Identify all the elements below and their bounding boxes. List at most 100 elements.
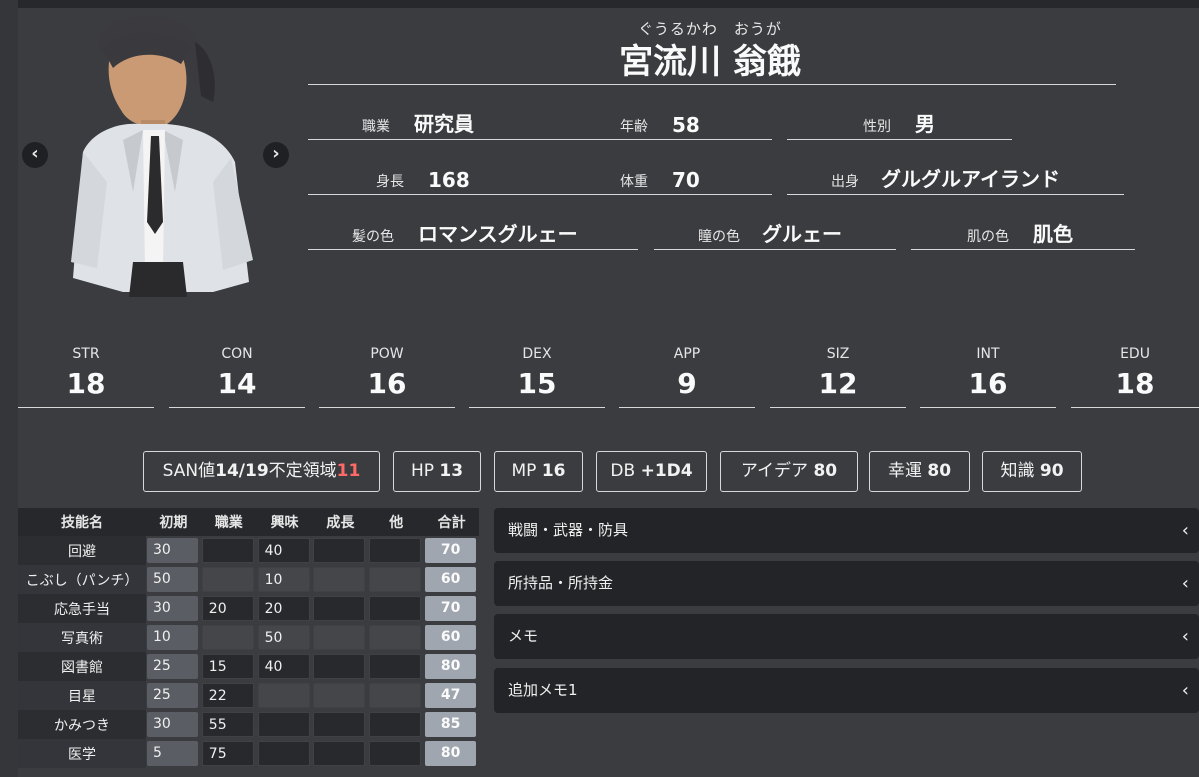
chevron-right-icon: › <box>272 143 280 164</box>
skill-interest-input[interactable]: 40 <box>257 654 310 679</box>
panel-memo[interactable]: メモ ‹ <box>494 614 1199 659</box>
name-underline <box>308 84 1116 85</box>
field-label: 体重 <box>620 174 648 190</box>
header-skill-name: 技能名 <box>18 508 146 536</box>
skills-table: 技能名 初期 職業 興味 成長 他 合計 回避 30 40 70 こぶし（パンチ… <box>18 508 479 768</box>
skill-job-input[interactable]: 22 <box>201 683 254 708</box>
panel-belongings-money[interactable]: 所持品・所持金 ‹ <box>494 561 1199 606</box>
skill-other-input[interactable] <box>369 625 422 650</box>
panel-combat-weapons-armor[interactable]: 戦闘・武器・防具 ‹ <box>494 508 1199 553</box>
skill-job-input[interactable]: 75 <box>201 741 254 766</box>
skill-other-input[interactable] <box>369 596 422 621</box>
field-weight: 体重 70 <box>620 167 772 195</box>
skill-growth-input[interactable] <box>313 712 366 737</box>
panel-label: 戦闘・武器・防具 <box>508 521 629 539</box>
header-interest: 興味 <box>256 508 313 536</box>
san-indefinite-label: 不定領域 <box>268 461 337 481</box>
skill-job-input[interactable] <box>201 567 254 592</box>
mp-box: MP 16 <box>494 451 583 492</box>
luck-label: 幸運 <box>887 461 922 481</box>
idea-value: 80 <box>813 461 838 481</box>
field-sex: 性別 男 <box>787 112 1012 140</box>
idea-box: アイデア 80 <box>720 451 858 492</box>
skill-interest-input[interactable] <box>257 741 310 766</box>
skill-initial: 25 <box>147 683 198 708</box>
skill-initial: 50 <box>147 567 198 592</box>
stat-label: SIZ <box>826 346 850 362</box>
skill-growth-input[interactable] <box>313 625 366 650</box>
stat-label: POW <box>370 346 404 362</box>
skill-initial: 5 <box>147 741 198 766</box>
table-row: こぶし（パンチ） 50 10 60 <box>18 565 479 594</box>
skill-total: 60 <box>425 567 477 592</box>
field-eye-color: 瞳の色 グルェー <box>654 222 896 250</box>
stat-edu: EDU 18 <box>1071 346 1199 408</box>
skill-job-input[interactable] <box>201 625 254 650</box>
stat-label: EDU <box>1120 346 1150 362</box>
hp-value: 13 <box>439 461 464 481</box>
skill-other-input[interactable] <box>369 567 422 592</box>
field-label: 身長 <box>376 174 404 190</box>
skill-growth-input[interactable] <box>313 596 366 621</box>
table-row: かみつき 30 55 85 <box>18 710 479 739</box>
skill-name: 目星 <box>18 681 146 710</box>
skill-interest-input[interactable]: 50 <box>257 625 310 650</box>
skill-other-input[interactable] <box>369 741 422 766</box>
db-label: DB <box>610 461 636 481</box>
skill-initial: 10 <box>147 625 198 650</box>
next-portrait-button[interactable]: › <box>263 142 289 168</box>
skill-total: 85 <box>425 712 477 737</box>
db-value: +1D4 <box>640 461 693 481</box>
stat-label: DEX <box>522 346 552 362</box>
skill-interest-input[interactable]: 20 <box>257 596 310 621</box>
stat-value: 16 <box>367 367 407 400</box>
skill-job-input[interactable]: 15 <box>201 654 254 679</box>
skill-growth-input[interactable] <box>313 741 366 766</box>
skill-initial: 30 <box>147 712 198 737</box>
stat-value: 14 <box>217 367 257 400</box>
skill-interest-input[interactable] <box>257 712 310 737</box>
prev-portrait-button[interactable]: ‹ <box>22 142 48 168</box>
table-row: 医学 5 75 80 <box>18 739 479 768</box>
skill-growth-input[interactable] <box>313 683 366 708</box>
skill-interest-input[interactable] <box>257 683 310 708</box>
skill-growth-input[interactable] <box>313 654 366 679</box>
skill-total: 80 <box>425 654 477 679</box>
field-height: 身長 168 <box>308 167 630 195</box>
field-hair-color: 髪の色 ロマンスグルェー <box>308 222 638 250</box>
skill-initial: 30 <box>147 538 198 563</box>
skill-initial: 30 <box>147 596 198 621</box>
skill-interest-input[interactable]: 40 <box>257 538 310 563</box>
field-label: 職業 <box>362 119 390 135</box>
skill-other-input[interactable] <box>369 683 422 708</box>
field-value: グルェー <box>762 222 842 246</box>
panel-label: 追加メモ1 <box>508 681 578 699</box>
stat-app: APP 9 <box>619 346 755 408</box>
character-name: 宮流川 翁餓 <box>619 42 801 82</box>
skill-name: 図書館 <box>18 652 146 681</box>
skill-other-input[interactable] <box>369 538 422 563</box>
skill-job-input[interactable] <box>201 538 254 563</box>
skill-name: こぶし（パンチ） <box>18 565 146 594</box>
skill-total: 47 <box>425 683 477 708</box>
skill-job-input[interactable]: 55 <box>201 712 254 737</box>
skill-other-input[interactable] <box>369 654 422 679</box>
skill-growth-input[interactable] <box>313 538 366 563</box>
chevron-left-icon: ‹ <box>1181 680 1189 701</box>
skill-job-input[interactable]: 20 <box>201 596 254 621</box>
stat-pow: POW 16 <box>319 346 455 408</box>
san-value: 14/19 <box>215 461 269 481</box>
stat-siz: SIZ 12 <box>770 346 906 408</box>
idea-label: アイデア <box>740 461 809 481</box>
skill-interest-input[interactable]: 10 <box>257 567 310 592</box>
skill-name: かみつき <box>18 710 146 739</box>
field-label: 年齢 <box>620 119 648 135</box>
skill-other-input[interactable] <box>369 712 422 737</box>
stat-dex: DEX 15 <box>469 346 605 408</box>
skill-growth-input[interactable] <box>313 567 366 592</box>
field-label: 性別 <box>863 119 891 135</box>
hp-label: HP <box>410 461 434 481</box>
skill-name: 写真術 <box>18 623 146 652</box>
panel-extra-memo-1[interactable]: 追加メモ1 ‹ <box>494 668 1199 713</box>
panel-label: メモ <box>508 627 539 645</box>
